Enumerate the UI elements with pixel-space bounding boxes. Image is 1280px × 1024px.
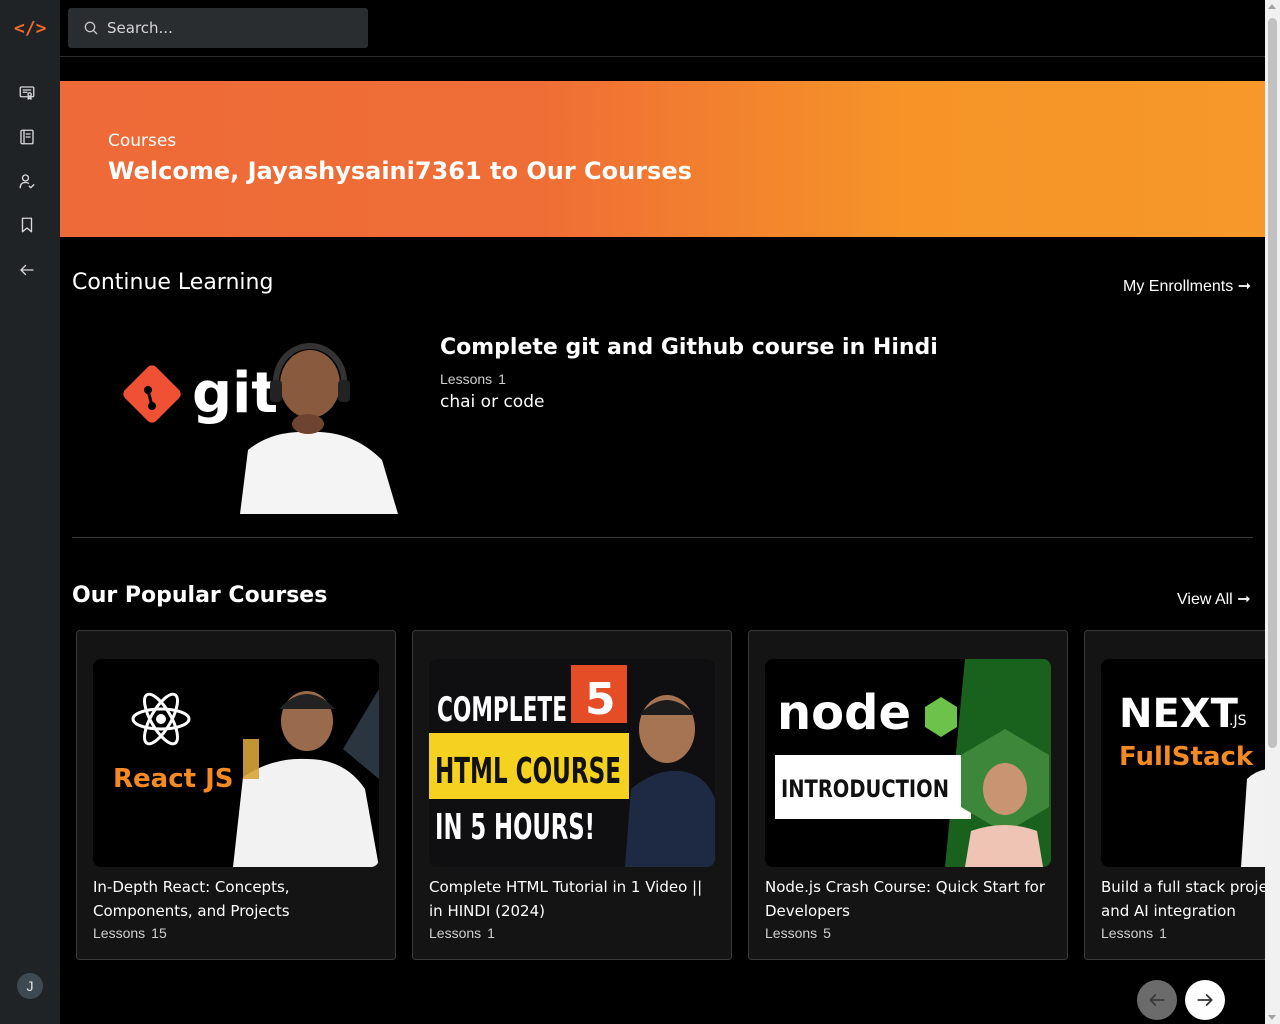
scroll-thumb[interactable] bbox=[1268, 18, 1277, 748]
thumb-text-fullstack: FullStack bbox=[1119, 742, 1254, 772]
continue-course-lessons: Lessons 1 bbox=[440, 371, 506, 387]
lessons-count: 1 bbox=[498, 371, 506, 387]
course-lessons: Lessons 1 bbox=[1101, 925, 1167, 941]
thumb-text-html-course: HTML COURSE bbox=[435, 751, 621, 792]
course-title: In-Depth React: Concepts, Components, an… bbox=[93, 878, 290, 920]
popular-courses-heading: Our Popular Courses bbox=[72, 583, 328, 608]
continue-learning-heading: Continue Learning bbox=[72, 270, 274, 295]
html5-badge: 5 bbox=[585, 674, 616, 725]
user-check-icon[interactable] bbox=[16, 170, 38, 192]
arrow-right-icon: ➞ bbox=[1237, 278, 1252, 295]
course-lessons: Lessons 15 bbox=[93, 925, 167, 941]
nextjs-logo-suffix: .JS bbox=[1229, 713, 1247, 729]
course-card[interactable]: React JS In-Depth React: Concepts, Compo… bbox=[76, 630, 396, 960]
banner-title: Welcome, Jayashysaini7361 to Our Courses bbox=[108, 157, 692, 185]
course-thumbnail: node INTRODUCTION bbox=[765, 659, 1051, 867]
search-icon bbox=[84, 21, 98, 35]
carousel-next-button[interactable] bbox=[1185, 980, 1225, 1020]
continue-course-thumbnail[interactable]: git bbox=[72, 320, 418, 514]
search-input[interactable] bbox=[107, 16, 357, 40]
lessons-count: 1 bbox=[487, 925, 495, 941]
certificate-icon[interactable] bbox=[16, 82, 38, 104]
arrow-left-icon[interactable] bbox=[16, 259, 38, 281]
course-thumbnail: COMPLETE 5 HTML COURSE IN 5 HOURS! bbox=[429, 659, 715, 867]
carousel-prev-button[interactable] bbox=[1137, 980, 1177, 1020]
lessons-label: Lessons bbox=[440, 371, 493, 387]
top-bar bbox=[60, 0, 1265, 57]
logo-icon[interactable]: </> bbox=[14, 18, 47, 40]
view-all-link[interactable]: View All ➞ bbox=[1177, 589, 1251, 609]
thumb-text-introduction: INTRODUCTION bbox=[781, 775, 949, 803]
nextjs-logo-text: NEXT bbox=[1119, 691, 1239, 737]
banner-subtitle: Courses bbox=[108, 131, 177, 151]
lessons-count: 1 bbox=[1159, 925, 1167, 941]
lessons-label: Lessons bbox=[1101, 925, 1154, 941]
arrow-right-icon: ➞ bbox=[1237, 591, 1251, 608]
node-logo-text: node bbox=[777, 685, 911, 741]
lessons-label: Lessons bbox=[93, 925, 146, 941]
continue-course-author: chai or code bbox=[440, 392, 545, 412]
lessons-label: Lessons bbox=[429, 925, 482, 941]
thumb-text-5-hours: IN 5 HOURS! bbox=[435, 807, 595, 848]
arrow-left-icon bbox=[1149, 994, 1165, 1006]
course-card[interactable]: NEXT .JS FullStack Build a full stack pr… bbox=[1084, 630, 1265, 960]
course-card[interactable]: COMPLETE 5 HTML COURSE IN 5 HOURS! Compl… bbox=[412, 630, 732, 960]
git-logo-text: git bbox=[192, 361, 278, 426]
my-enrollments-label: My Enrollments bbox=[1123, 278, 1234, 295]
scroll-down-arrow-icon[interactable] bbox=[1268, 1015, 1276, 1020]
divider bbox=[72, 537, 1253, 538]
react-js-text: React JS bbox=[113, 764, 234, 794]
scroll-up-arrow-icon[interactable] bbox=[1268, 4, 1276, 9]
search-box[interactable] bbox=[68, 8, 368, 48]
sidebar: </> J bbox=[0, 0, 60, 1024]
course-lessons: Lessons 5 bbox=[765, 925, 831, 941]
course-thumbnail: NEXT .JS FullStack bbox=[1101, 659, 1265, 867]
course-title: Node.js Crash Course: Quick Start for De… bbox=[765, 878, 1045, 920]
thumb-text-complete: COMPLETE bbox=[437, 690, 567, 730]
bookmark-icon[interactable] bbox=[16, 214, 38, 236]
continue-course-title[interactable]: Complete git and Github course in Hindi bbox=[440, 335, 938, 360]
view-all-label: View All bbox=[1177, 591, 1233, 608]
popular-courses-carousel: React JS In-Depth React: Concepts, Compo… bbox=[60, 630, 1265, 962]
lessons-label: Lessons bbox=[765, 925, 818, 941]
course-title: Build a full stack project with NextJS a… bbox=[1101, 878, 1265, 920]
book-icon[interactable] bbox=[16, 126, 38, 148]
my-enrollments-link[interactable]: My Enrollments ➞ bbox=[1123, 276, 1251, 296]
course-title: Complete HTML Tutorial in 1 Video || in … bbox=[429, 878, 703, 920]
course-card[interactable]: node INTRODUCTION Node.js Crash Course: … bbox=[748, 630, 1068, 960]
lessons-count: 15 bbox=[151, 925, 167, 941]
course-lessons: Lessons 1 bbox=[429, 925, 495, 941]
arrow-right-icon bbox=[1197, 994, 1213, 1006]
avatar[interactable]: J bbox=[17, 973, 43, 999]
welcome-banner: Courses Welcome, Jayashysaini7361 to Our… bbox=[60, 81, 1265, 237]
lessons-count: 5 bbox=[823, 925, 831, 941]
page-scrollbar[interactable] bbox=[1265, 0, 1280, 1024]
course-thumbnail: React JS bbox=[93, 659, 379, 867]
